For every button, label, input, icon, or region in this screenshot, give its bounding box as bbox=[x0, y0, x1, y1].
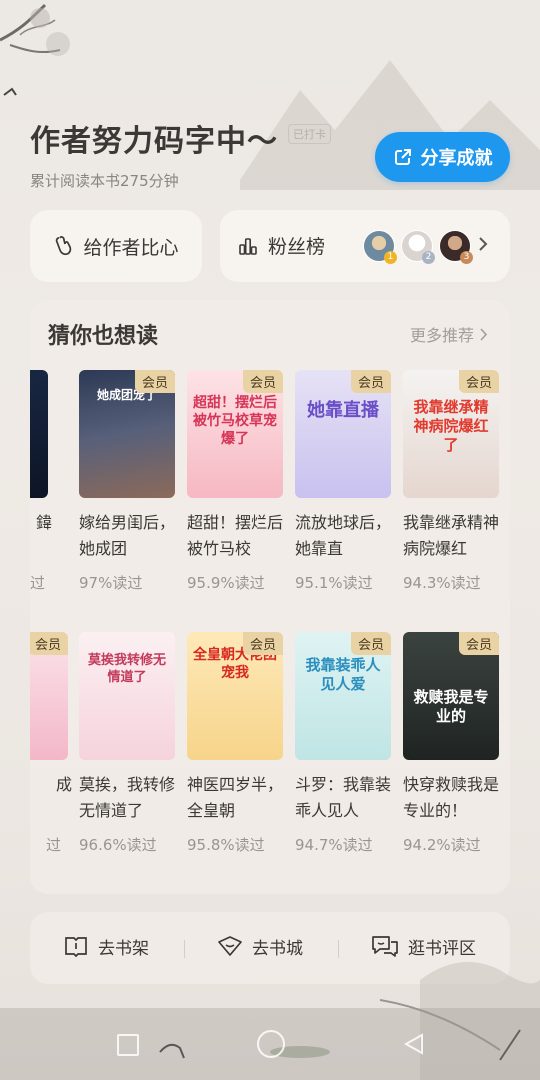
book-title: 快穿救赎我是专业的！ bbox=[403, 775, 500, 820]
cover-title: 救赎我是专业的 bbox=[413, 688, 489, 725]
rank-badge: 1 bbox=[384, 251, 397, 264]
book-cover: 救赎我是专业的 会员 bbox=[403, 632, 499, 760]
book-title: 鍏 bbox=[35, 513, 52, 532]
avatar: 2 bbox=[401, 230, 435, 264]
system-navigation-bar bbox=[0, 1008, 540, 1080]
book-cover: 会员 bbox=[30, 632, 68, 760]
vip-badge: 会员 bbox=[242, 370, 283, 393]
book-cover: 她成团宠了 会员 bbox=[79, 370, 175, 498]
avatar: 1 bbox=[363, 230, 397, 264]
cover-title: 超甜！摆烂后被竹马校草宠爆了 bbox=[193, 395, 277, 447]
book-title: 斗罗：我靠装乖人见人 bbox=[295, 775, 392, 820]
book-read-rate: 过 bbox=[46, 836, 62, 854]
cover-title: 我靠装乖人见人爱 bbox=[305, 656, 381, 693]
recent-apps-button[interactable] bbox=[117, 1034, 139, 1056]
recommendations-panel: 猜你也想读 更多推荐 鍏 过 她成团宠了 会员 嫁给男闺后，她成团 97%读过 … bbox=[30, 300, 510, 894]
vip-badge: 会员 bbox=[30, 632, 68, 655]
fans-ranking-label: 粉丝榜 bbox=[268, 236, 326, 258]
finger-heart-icon bbox=[56, 236, 72, 256]
more-recommend-label: 更多推荐 bbox=[409, 326, 474, 345]
book-read-rate: 过 bbox=[30, 574, 46, 592]
reading-time: 累计阅读本书275分钟 bbox=[30, 172, 179, 190]
book-read-rate: 97%读过 bbox=[79, 574, 143, 592]
vip-badge: 会员 bbox=[458, 632, 499, 655]
book-cover: 我靠装乖人见人爱 会员 bbox=[295, 632, 391, 760]
book-read-rate: 95.1%读过 bbox=[295, 574, 373, 592]
rank-badge: 3 bbox=[460, 251, 473, 264]
give-heart-button[interactable]: 给作者比心 bbox=[30, 210, 202, 282]
book-title: 嫁给男闺后，她成团 bbox=[79, 513, 176, 558]
ranking-icon bbox=[239, 237, 257, 255]
book-read-rate: 94.2%读过 bbox=[403, 836, 481, 854]
book-title: 神医四岁半，全皇朝 bbox=[187, 775, 284, 820]
page-title: 作者努力码字中～ bbox=[30, 124, 278, 159]
vip-badge: 会员 bbox=[350, 370, 391, 393]
vip-badge: 会员 bbox=[458, 370, 499, 393]
book-read-rate: 94.3%读过 bbox=[403, 574, 481, 592]
book-cover: 她靠直播 会员 bbox=[295, 370, 391, 498]
fans-ranking-button[interactable]: 粉丝榜 1 2 3 bbox=[220, 210, 510, 282]
cover-title: 莫挨我转修无情道了 bbox=[87, 653, 166, 685]
vip-badge: 会员 bbox=[134, 370, 175, 393]
top-fans: 1 2 3 bbox=[363, 230, 473, 264]
cover-title: 她靠直播 bbox=[307, 400, 379, 421]
book-cover: 全皇朝大佬团宠我 会员 bbox=[187, 632, 283, 760]
vip-badge: 会员 bbox=[350, 632, 391, 655]
book-title: 流放地球后，她靠直 bbox=[295, 513, 392, 558]
book-cover: 我靠继承精神病院爆红了 会员 bbox=[403, 370, 499, 498]
back-button[interactable] bbox=[402, 1032, 426, 1056]
book-read-rate: 95.9%读过 bbox=[187, 574, 265, 592]
chevron-right-icon bbox=[479, 237, 488, 251]
give-heart-label: 给作者比心 bbox=[83, 236, 179, 259]
recommend-title: 猜你也想读 bbox=[48, 324, 159, 349]
book-cover bbox=[30, 370, 48, 498]
share-achievement-button[interactable]: 分享成就 bbox=[375, 132, 510, 182]
vip-badge: 会员 bbox=[242, 632, 283, 655]
book-cover: 超甜！摆烂后被竹马校草宠爆了 会员 bbox=[187, 370, 283, 498]
share-label: 分享成就 bbox=[420, 148, 493, 169]
rank-badge: 2 bbox=[422, 251, 435, 264]
book-read-rate: 95.8%读过 bbox=[187, 836, 265, 854]
book-title: 我靠继承精神病院爆红 bbox=[403, 513, 500, 558]
book-cover: 莫挨我转修无情道了 bbox=[79, 632, 175, 760]
book-title: 成 bbox=[55, 775, 72, 794]
book-title: 莫挨，我转修无情道了 bbox=[79, 775, 176, 820]
ink-tree-decoration bbox=[0, 3, 70, 96]
chevron-right-icon bbox=[480, 327, 488, 341]
checkin-stamp: 已打卡 bbox=[288, 124, 331, 144]
home-button[interactable] bbox=[257, 1030, 285, 1058]
avatar: 3 bbox=[439, 230, 473, 264]
share-icon bbox=[394, 149, 411, 165]
cover-title: 我靠继承精神病院爆红了 bbox=[413, 398, 489, 454]
more-recommend-link[interactable]: 更多推荐 bbox=[410, 322, 488, 346]
book-read-rate: 96.6%读过 bbox=[79, 836, 157, 854]
book-read-rate: 94.7%读过 bbox=[295, 836, 373, 854]
book-title: 超甜！摆烂后被竹马校 bbox=[187, 513, 284, 558]
